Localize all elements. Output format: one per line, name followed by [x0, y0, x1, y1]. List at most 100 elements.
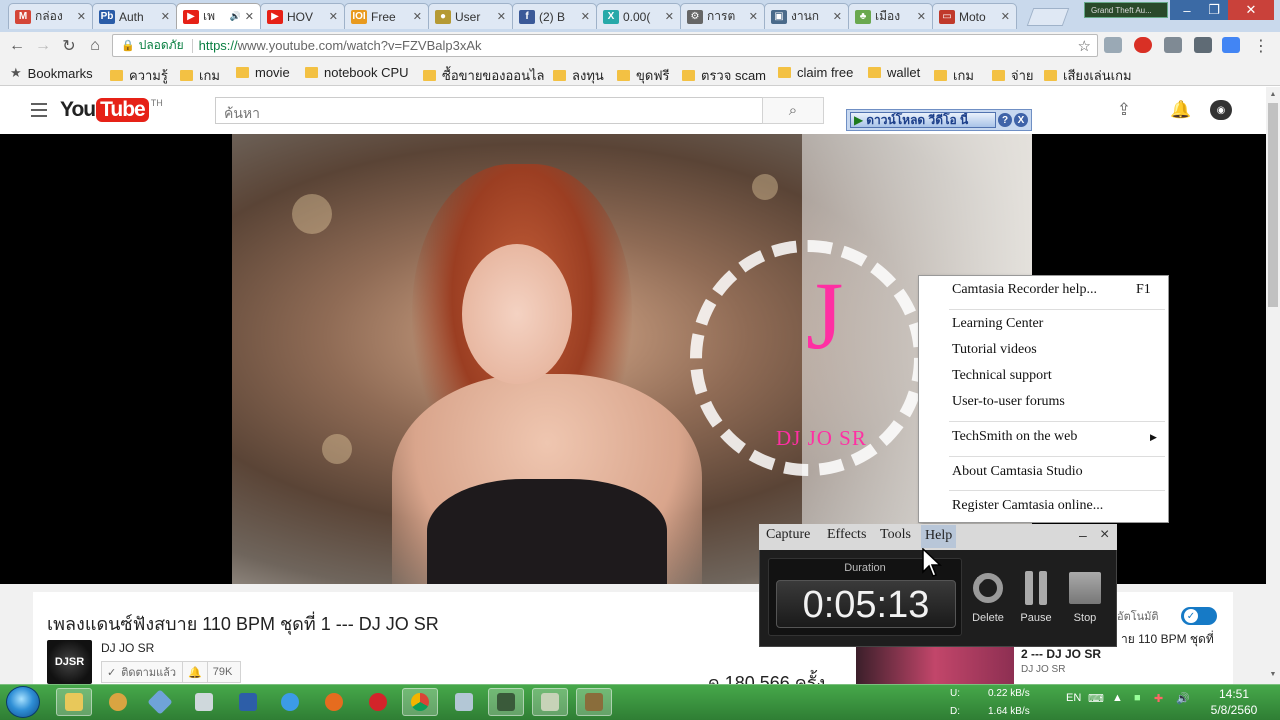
download-video-button[interactable]: ▶ ดาวน์โหลด วีดีโอ นี้ [850, 112, 996, 128]
page-scrollbar[interactable]: ▲ ▼ [1266, 87, 1280, 685]
scroll-up-icon[interactable]: ▲ [1266, 87, 1280, 101]
tab-close-icon[interactable]: ✕ [917, 10, 926, 23]
new-tab-button[interactable] [1026, 8, 1070, 26]
tab-close-icon[interactable]: ✕ [665, 10, 674, 23]
reload-icon[interactable]: ↻ [58, 36, 80, 56]
taskbar-app-button[interactable] [532, 688, 568, 716]
bookmark-folder[interactable]: wallet [868, 65, 920, 80]
notifications-bell-icon[interactable]: 🔔 [1170, 100, 1192, 120]
search-button[interactable]: ⌕ [762, 97, 824, 124]
bookmarks-button[interactable]: ★ Bookmarks [10, 65, 93, 81]
menu-item-register[interactable]: Register Camtasia online... [952, 495, 1103, 517]
tab-4[interactable]: IOI Free ✕ [344, 3, 429, 29]
tab-close-icon[interactable]: ✕ [161, 10, 170, 23]
tab-close-icon[interactable]: ✕ [749, 10, 758, 23]
guide-menu-icon[interactable] [31, 103, 47, 117]
opera-taskbar-button[interactable] [360, 688, 396, 716]
channel-avatar[interactable]: DJSR [47, 640, 92, 684]
notification-bell-icon[interactable]: 🔔 [182, 662, 207, 682]
recorder-minimize-button[interactable]: – [1079, 527, 1087, 543]
taskbar-app-button[interactable] [186, 688, 222, 716]
home-icon[interactable]: ⌂ [84, 36, 106, 56]
chrome-taskbar-button[interactable] [402, 688, 438, 716]
tab-8[interactable]: ⚙ การต ✕ [680, 3, 765, 29]
ie-taskbar-button[interactable] [272, 688, 308, 716]
extension-icon[interactable] [1164, 37, 1182, 53]
tab-1[interactable]: Pb Auth ✕ [92, 3, 177, 29]
taskbar-app-button[interactable] [446, 688, 482, 716]
volume-icon[interactable]: 🔊 [1176, 692, 1190, 705]
language-indicator[interactable]: EN [1066, 692, 1081, 704]
recorder-close-button[interactable]: × [1100, 526, 1109, 544]
taskbar-app-button[interactable] [100, 688, 136, 716]
tab-close-icon[interactable]: ✕ [77, 10, 86, 23]
explorer-taskbar-button[interactable] [56, 688, 92, 716]
youtube-logo[interactable]: You Tube TH [60, 98, 163, 122]
keyboard-icon[interactable]: ⌨ [1088, 692, 1104, 705]
menu-item-tutorial-videos[interactable]: Tutorial videos [952, 339, 1037, 361]
opera-extension-icon[interactable] [1134, 37, 1152, 53]
system-clock[interactable]: 14:51 5/8/2560 [1198, 686, 1270, 718]
bookmark-folder[interactable]: ลงทุน [553, 65, 604, 86]
menu-icon[interactable]: ⋮ [1250, 36, 1272, 56]
tray-arrow-icon[interactable]: ▲ [1112, 692, 1123, 704]
camtasia-taskbar-button[interactable] [576, 688, 612, 716]
channel-name[interactable]: DJ JO SR [101, 641, 154, 655]
tab-close-icon[interactable]: ✕ [329, 10, 338, 23]
tab-6[interactable]: f (2) B ✕ [512, 3, 597, 29]
menu-help[interactable]: Help [921, 525, 957, 548]
bookmark-folder[interactable]: ซื้อขายของออนไล [423, 65, 544, 86]
bookmark-star-icon[interactable]: ☆ [1078, 37, 1091, 55]
download-help-button[interactable]: ? [998, 113, 1012, 127]
taskbar-app-button[interactable] [488, 688, 524, 716]
tray-app-icon[interactable]: ■ [1134, 692, 1141, 704]
back-icon[interactable]: ← [6, 36, 28, 56]
stop-button[interactable]: Stop [1063, 570, 1107, 630]
tab-9[interactable]: ▣ งานก ✕ [764, 3, 849, 29]
tab-5[interactable]: ● User ✕ [428, 3, 513, 29]
tab-close-icon[interactable]: ✕ [245, 10, 254, 23]
security-icon[interactable]: ✚ [1154, 692, 1163, 705]
bookmark-folder[interactable]: เกม [934, 65, 974, 86]
next-video-title[interactable]: 2 --- DJ JO SR [1021, 647, 1101, 661]
pause-button[interactable]: Pause [1014, 570, 1058, 630]
start-button[interactable] [6, 686, 40, 718]
account-avatar[interactable]: ◉ [1210, 100, 1232, 120]
firefox-taskbar-button[interactable] [316, 688, 352, 716]
bookmark-folder[interactable]: claim free [778, 65, 853, 80]
tab-10[interactable]: ♣ เมือง ✕ [848, 3, 933, 29]
taskbar-app-button[interactable] [142, 688, 178, 716]
translate-extension-icon[interactable] [1222, 37, 1240, 53]
tab-3[interactable]: ▶ HOV ✕ [260, 3, 345, 29]
qr-extension-icon[interactable] [1194, 37, 1212, 53]
tab-11[interactable]: ▭ Moto ✕ [932, 3, 1017, 29]
tab-close-icon[interactable]: ✕ [1001, 10, 1010, 23]
bookmark-folder[interactable]: จ่าย [992, 65, 1034, 86]
menu-tools[interactable]: Tools [880, 527, 911, 543]
tab-close-icon[interactable]: ✕ [413, 10, 422, 23]
taskbar-window-preview[interactable]: Grand Theft Au... [1084, 2, 1168, 18]
tab-close-icon[interactable]: ✕ [497, 10, 506, 23]
autoplay-toggle[interactable]: ✓ [1181, 607, 1217, 625]
bookmark-folder[interactable]: ขุดฟรี [617, 65, 670, 86]
tab-0[interactable]: M กล่อง ✕ [8, 3, 93, 29]
delete-button[interactable]: Delete [966, 570, 1010, 630]
bookmark-folder[interactable]: movie [236, 65, 290, 80]
tab-close-icon[interactable]: ✕ [581, 10, 590, 23]
close-window-button[interactable]: ✕ [1228, 0, 1274, 20]
extension-icon[interactable] [1104, 37, 1122, 53]
next-video-thumbnail[interactable] [856, 645, 1014, 685]
download-close-button[interactable]: X [1014, 113, 1028, 127]
search-input[interactable]: ค้นหา [215, 97, 763, 124]
forward-icon[interactable]: → [32, 36, 54, 56]
maximize-window-button[interactable]: ❐ [1200, 0, 1228, 20]
bookmark-folder[interactable]: เกม [180, 65, 220, 86]
bookmark-folder[interactable]: ตรวจ scam [682, 65, 766, 86]
bookmark-folder[interactable]: notebook CPU [305, 65, 409, 80]
scrollbar-thumb[interactable] [1268, 103, 1278, 307]
menu-item-about[interactable]: About Camtasia Studio [952, 461, 1083, 483]
minimize-window-button[interactable]: – [1170, 0, 1204, 20]
menu-item-recorder-help[interactable]: Camtasia Recorder help... F1 [952, 279, 1151, 301]
menu-item-learning-center[interactable]: Learning Center [952, 313, 1043, 335]
subscribe-button[interactable]: ✓ ติดตามแล้ว 🔔 79K [101, 661, 241, 683]
